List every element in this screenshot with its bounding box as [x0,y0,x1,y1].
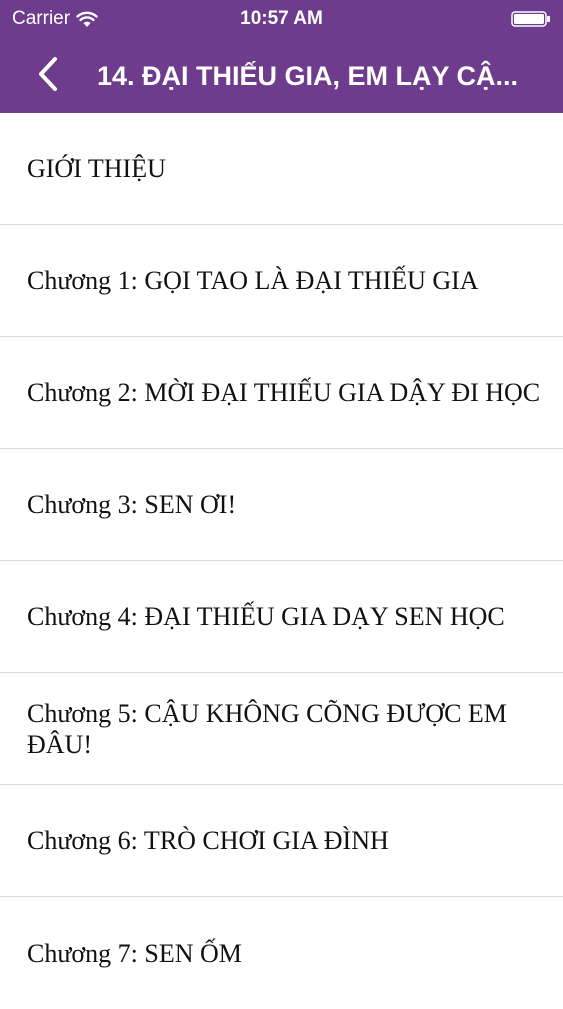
chapter-label: Chương 2: MỜI ĐẠI THIẾU GIA DẬY ĐI HỌC [27,378,541,407]
chapter-label: Chương 3: SEN ƠI! [27,490,237,519]
chapter-label: Chương 7: SEN ỐM [27,938,242,968]
chapter-item-1[interactable]: Chương 1: GỌI TAO LÀ ĐẠI THIẾU GIA [0,225,563,337]
navigation-bar: 14. ĐẠI THIẾU GIA, EM LẠY CẬ... [0,38,563,113]
status-time: 10:57 AM [240,8,323,29]
chapter-item-5[interactable]: Chương 5: CẬU KHÔNG CÕNG ĐƯỢC EM ĐÂU! [0,673,563,785]
battery-icon [511,11,550,27]
back-button[interactable] [28,52,68,96]
chapter-label: GIỚI THIỆU [27,154,166,183]
chapter-label: Chương 6: TRÒ CHƠI GIA ĐÌNH [27,826,389,855]
app-header: Carrier 10:57 AM 14. ĐẠI THIẾU GIA, EM L… [0,0,563,113]
chapter-item-6[interactable]: Chương 6: TRÒ CHƠI GIA ĐÌNH [0,785,563,897]
chapter-label: Chương 1: GỌI TAO LÀ ĐẠI THIẾU GIA [27,266,479,295]
chevron-left-icon [39,57,57,91]
page-title: 14. ĐẠI THIẾU GIA, EM LẠY CẬ... [97,61,519,91]
status-bar: Carrier 10:57 AM [0,0,563,38]
chapter-item-2[interactable]: Chương 2: MỜI ĐẠI THIẾU GIA DẬY ĐI HỌC [0,337,563,449]
chapter-item-4[interactable]: Chương 4: ĐẠI THIẾU GIA DẠY SEN HỌC [0,561,563,673]
chapter-item-intro[interactable]: GIỚI THIỆU [0,113,563,225]
chapter-label: Chương 4: ĐẠI THIẾU GIA DẠY SEN HỌC [27,602,505,631]
chapter-label: Chương 5: CẬU KHÔNG CÕNG ĐƯỢC EM ĐÂU! [27,698,507,759]
chapter-item-3[interactable]: Chương 3: SEN ƠI! [0,449,563,561]
chapter-item-7[interactable]: Chương 7: SEN ỐM [0,897,563,1009]
chapter-list: GIỚI THIỆU Chương 1: GỌI TAO LÀ ĐẠI THIẾ… [0,113,563,1009]
